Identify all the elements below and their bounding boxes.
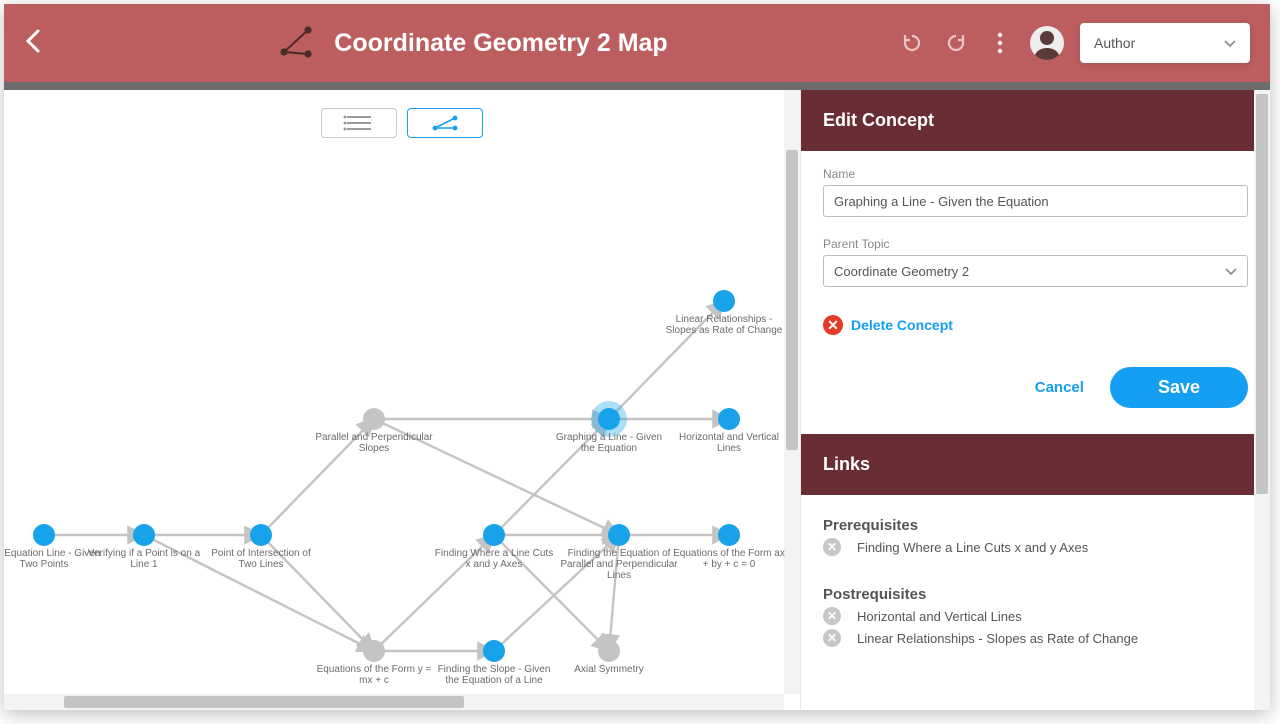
node-dot (598, 408, 620, 430)
concept-node[interactable]: Finding the Equation of Parallel and Per… (559, 524, 679, 581)
edit-form: Name Parent Topic Coordinate Geometry 2 … (801, 151, 1270, 434)
node-label: Parallel and Perpendicular Slopes (314, 432, 434, 454)
role-select[interactable]: Author (1080, 23, 1250, 63)
app-window: Coordinate Geometry 2 Map Author (4, 4, 1270, 710)
node-dot (483, 640, 505, 662)
prereq-list: ✕ Finding Where a Line Cuts x and y Axes (823, 538, 1248, 556)
divider-stripe (4, 82, 1270, 90)
save-button[interactable]: Save (1110, 367, 1248, 408)
prerequisites-heading: Prerequisites (823, 517, 1248, 534)
edit-concept-header: Edit Concept (801, 90, 1270, 151)
node-dot (363, 408, 385, 430)
concept-node[interactable]: Parallel and Perpendicular Slopes (314, 408, 434, 454)
chevron-down-icon (1224, 35, 1236, 51)
view-toggle (321, 108, 483, 138)
user-avatar[interactable] (1030, 26, 1064, 60)
map-icon (274, 20, 316, 67)
form-actions: Cancel Save (823, 367, 1248, 408)
v-scroll-thumb[interactable] (786, 150, 798, 450)
role-select-label: Author (1094, 35, 1135, 51)
concept-node[interactable]: Horizontal and Vertical Lines (669, 408, 789, 454)
back-button[interactable] (24, 27, 44, 60)
postrequisites-heading: Postrequisites (823, 586, 1248, 603)
sidebar-scroll-thumb[interactable] (1256, 94, 1268, 494)
postreq-list: ✕ Horizontal and Vertical Lines ✕ Linear Re… (823, 607, 1248, 647)
link-item: ✕ Linear Relationships - Slopes as Rate o… (823, 629, 1248, 647)
node-label: Horizontal and Vertical Lines (669, 432, 789, 454)
graph-view-button[interactable] (407, 108, 483, 138)
overflow-menu-button[interactable] (986, 29, 1014, 57)
map-canvas[interactable]: Linear Relationships - Slopes as Rate of… (4, 90, 800, 710)
sidebar-scrollbar[interactable] (1254, 90, 1270, 710)
name-label: Name (823, 167, 1248, 181)
delete-concept-label: Delete Concept (851, 317, 953, 333)
link-label: Linear Relationships - Slopes as Rate of… (857, 631, 1138, 646)
top-bar: Coordinate Geometry 2 Map Author (4, 4, 1270, 82)
link-item: ✕ Horizontal and Vertical Lines (823, 607, 1248, 625)
remove-link-button[interactable]: ✕ (823, 607, 841, 625)
remove-link-button[interactable]: ✕ (823, 538, 841, 556)
concept-node[interactable]: Graphing a Line - Given the Equation (549, 408, 669, 454)
node-dot (33, 524, 55, 546)
node-label: Equations of the Form y = mx + c (314, 664, 434, 686)
node-label: Finding Where a Line Cuts x and y Axes (434, 548, 554, 570)
concept-node[interactable]: Finding Where a Line Cuts x and y Axes (434, 524, 554, 570)
node-label: Finding the Equation of Parallel and Per… (559, 548, 679, 581)
node-dot (713, 290, 735, 312)
parent-topic-label: Parent Topic (823, 237, 1248, 251)
remove-link-button[interactable]: ✕ (823, 629, 841, 647)
node-dot (598, 640, 620, 662)
node-label: Point of Intersection of Two Lines (201, 548, 321, 570)
delete-icon: ✕ (823, 315, 843, 335)
page-title: Coordinate Geometry 2 Map (334, 29, 667, 58)
header-right: Author (898, 23, 1250, 63)
node-dot (363, 640, 385, 662)
link-label: Horizontal and Vertical Lines (857, 609, 1022, 624)
concept-node[interactable]: Equations of the Form ax + by + c = 0 (669, 524, 789, 570)
link-label: Finding Where a Line Cuts x and y Axes (857, 540, 1088, 555)
node-label: Verifying if a Point is on a Line 1 (84, 548, 204, 570)
node-dot (250, 524, 272, 546)
link-item: ✕ Finding Where a Line Cuts x and y Axes (823, 538, 1248, 556)
links-section: Prerequisites ✕ Finding Where a Line Cuts… (801, 495, 1270, 681)
name-input[interactable] (823, 185, 1248, 217)
node-dot (133, 524, 155, 546)
node-dot (718, 524, 740, 546)
node-label: Axial Symmetry (574, 664, 643, 675)
horizontal-scrollbar[interactable] (4, 694, 784, 710)
cancel-button[interactable]: Cancel (1035, 379, 1084, 396)
node-label: Graphing a Line - Given the Equation (549, 432, 669, 454)
body: Linear Relationships - Slopes as Rate of… (4, 90, 1270, 710)
h-scroll-thumb[interactable] (64, 696, 464, 708)
concept-node[interactable]: Finding the Slope - Given the Equation o… (434, 640, 554, 686)
concept-node[interactable]: Equations of the Form y = mx + c (314, 640, 434, 686)
concept-node[interactable]: Axial Symmetry (549, 640, 669, 675)
redo-button[interactable] (942, 29, 970, 57)
list-view-button[interactable] (321, 108, 397, 138)
node-label: Equations of the Form ax + by + c = 0 (669, 548, 789, 570)
node-dot (483, 524, 505, 546)
node-label: Linear Relationships - Slopes as Rate of… (664, 314, 784, 336)
chevron-down-icon (1225, 264, 1237, 279)
node-dot (718, 408, 740, 430)
vertical-scrollbar[interactable] (784, 90, 800, 694)
concept-node[interactable]: Point of Intersection of Two Lines (201, 524, 321, 570)
concept-node[interactable]: Verifying if a Point is on a Line 1 (84, 524, 204, 570)
node-label: Finding the Slope - Given the Equation o… (434, 664, 554, 686)
parent-topic-select[interactable]: Coordinate Geometry 2 (823, 255, 1248, 287)
delete-concept-button[interactable]: ✕ Delete Concept (823, 315, 1248, 335)
title-wrap: Coordinate Geometry 2 Map (274, 20, 667, 67)
concept-node[interactable]: Linear Relationships - Slopes as Rate of… (664, 290, 784, 336)
undo-button[interactable] (898, 29, 926, 57)
links-header: Links (801, 434, 1270, 495)
sidebar: Edit Concept Name Parent Topic Coordinat… (800, 90, 1270, 710)
node-dot (608, 524, 630, 546)
edges-layer (4, 90, 800, 710)
parent-topic-value: Coordinate Geometry 2 (834, 264, 969, 279)
